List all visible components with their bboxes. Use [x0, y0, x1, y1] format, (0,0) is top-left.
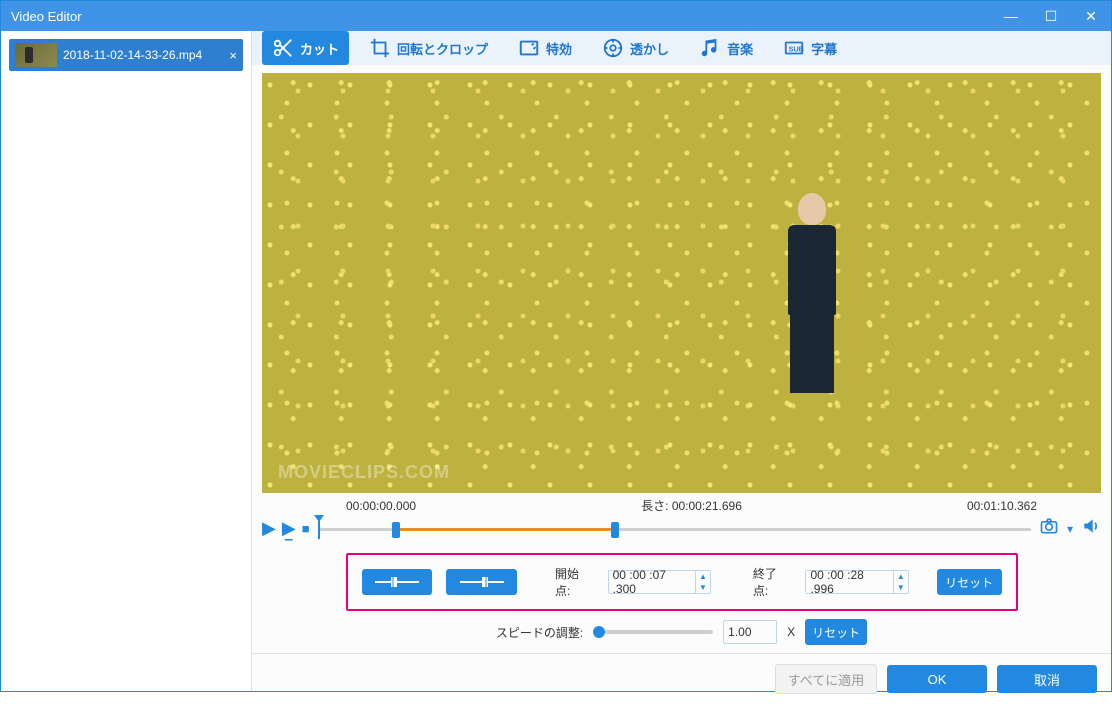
speed-reset-button[interactable]: リセット: [805, 619, 867, 645]
tool-effect-label: 特効: [546, 39, 572, 58]
start-down[interactable]: ▼: [696, 582, 710, 593]
speed-value: 1.00: [724, 625, 755, 639]
window-title: Video Editor: [11, 9, 82, 24]
end-point-label: 終了点:: [753, 565, 792, 599]
speed-unit: X: [787, 625, 795, 639]
start-time-input[interactable]: 00 :00 :07 .300 ▲▼: [608, 570, 711, 594]
length-value: 00:00:21.696: [672, 499, 742, 513]
end-time-input[interactable]: 00 :00 :28 .996 ▲▼: [805, 570, 908, 594]
speed-slider[interactable]: [593, 630, 713, 634]
snapshot-dropdown[interactable]: ▾: [1067, 522, 1073, 536]
file-sidebar: 2018-11-02-14-33-26.mp4 ×: [1, 31, 252, 691]
cut-reset-button[interactable]: リセット: [937, 569, 1002, 595]
music-icon: [699, 37, 721, 59]
effect-icon: [518, 37, 540, 59]
tool-music-label: 音楽: [727, 39, 753, 58]
file-close-icon[interactable]: ×: [229, 48, 237, 63]
file-tab[interactable]: 2018-11-02-14-33-26.mp4 ×: [9, 39, 243, 71]
footer: すべてに適用 OK 取消: [252, 653, 1111, 704]
close-window-button[interactable]: ✕: [1071, 1, 1111, 31]
play-button[interactable]: ▶: [262, 518, 276, 539]
subtitle-icon: SUB: [783, 37, 805, 59]
tool-watermark[interactable]: 透かし: [592, 31, 679, 65]
tool-crop-label: 回転とクロップ: [397, 39, 488, 58]
tool-cut-label: カット: [300, 39, 339, 58]
cancel-button[interactable]: 取消: [997, 665, 1097, 693]
scissors-icon: [272, 37, 294, 59]
speed-slider-handle[interactable]: [593, 626, 605, 638]
crop-icon: [369, 37, 391, 59]
speed-input[interactable]: 1.00: [723, 620, 777, 644]
tool-subtitle[interactable]: SUB 字幕: [773, 31, 847, 65]
video-preview[interactable]: MOVIECLIPS.COM: [262, 73, 1101, 493]
timeline-track[interactable]: [318, 520, 1031, 538]
file-thumbnail: [15, 43, 57, 67]
tool-watermark-label: 透かし: [630, 39, 669, 58]
end-up[interactable]: ▲: [894, 571, 908, 582]
tool-crop[interactable]: 回転とクロップ: [359, 31, 498, 65]
start-time-value: 00 :00 :07 .300: [609, 568, 696, 596]
tool-effect[interactable]: 特効: [508, 31, 582, 65]
preview-figure: [782, 193, 842, 393]
watermark-icon: [602, 37, 624, 59]
start-up[interactable]: ▲: [696, 571, 710, 582]
tool-subtitle-label: 字幕: [811, 39, 837, 58]
selection-range: [392, 528, 612, 531]
tool-music[interactable]: 音楽: [689, 31, 763, 65]
current-time: 00:00:00.000: [346, 499, 416, 513]
preview-background: [262, 73, 1101, 493]
start-handle[interactable]: [392, 522, 400, 538]
preview-watermark: MOVIECLIPS.COM: [278, 462, 450, 483]
titlebar: Video Editor ― ☐ ✕: [1, 1, 1111, 31]
file-name: 2018-11-02-14-33-26.mp4: [63, 48, 223, 62]
apply-all-button[interactable]: すべてに適用: [775, 664, 877, 694]
stop-button[interactable]: ■: [302, 521, 310, 536]
ok-button[interactable]: OK: [887, 665, 987, 693]
maximize-button[interactable]: ☐: [1031, 1, 1071, 31]
tool-toolbar: カット 回転とクロップ 特効 透かし: [252, 31, 1111, 65]
snapshot-button[interactable]: [1039, 516, 1059, 541]
set-start-marker-button[interactable]: [362, 569, 433, 595]
step-button[interactable]: ▶▁: [282, 518, 296, 539]
cut-controls-panel: 開始点: 00 :00 :07 .300 ▲▼ 終了点: 00 :00 :28 …: [346, 553, 1018, 611]
total-time: 00:01:10.362: [967, 499, 1037, 513]
start-point-label: 開始点:: [555, 565, 594, 599]
minimize-button[interactable]: ―: [991, 1, 1031, 31]
length-label: 長さ:: [641, 497, 668, 514]
tool-cut[interactable]: カット: [262, 31, 349, 65]
playhead[interactable]: [318, 521, 320, 539]
end-handle[interactable]: [611, 522, 619, 538]
speed-label: スピードの調整:: [496, 624, 583, 641]
set-end-marker-button[interactable]: [446, 569, 517, 595]
volume-button[interactable]: [1081, 516, 1101, 541]
end-down[interactable]: ▼: [894, 582, 908, 593]
svg-text:SUB: SUB: [789, 45, 804, 54]
end-time-value: 00 :00 :28 .996: [806, 568, 893, 596]
